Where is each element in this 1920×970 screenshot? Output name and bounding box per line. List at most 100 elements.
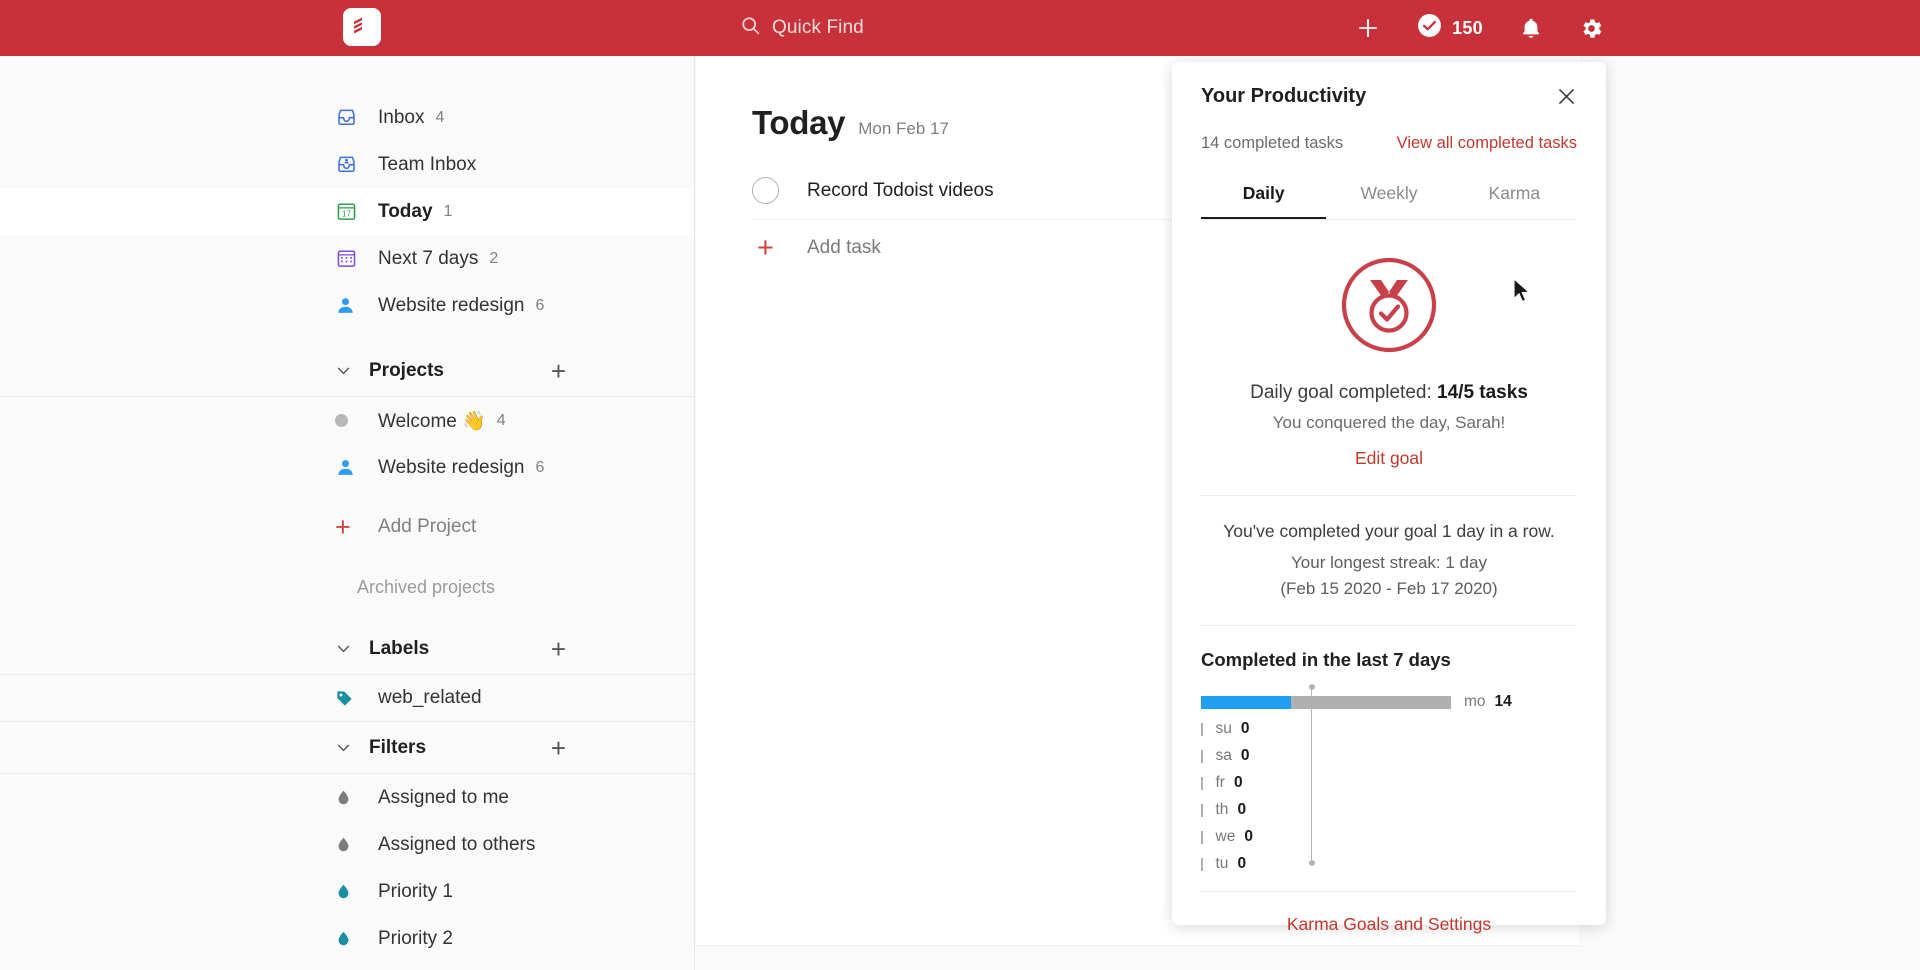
filter-item-label: Priority 1 xyxy=(378,880,453,902)
filter-item-priority-2[interactable]: Priority 2 xyxy=(0,915,694,962)
sidebar-item-count: 1 xyxy=(443,202,453,220)
tab-weekly[interactable]: Weekly xyxy=(1326,183,1451,219)
divider xyxy=(1201,625,1577,626)
label-item-web-related[interactable]: web_related xyxy=(0,675,694,722)
chart-bar-tick xyxy=(1201,857,1203,871)
check-circle-icon xyxy=(1417,13,1442,43)
add-filter-plus-icon[interactable]: + xyxy=(551,735,566,761)
sidebar-item-label: Team Inbox xyxy=(378,153,477,175)
chart-bar-row: mo 14 xyxy=(1201,693,1577,711)
chevron-down-icon[interactable] xyxy=(335,640,361,657)
plus-icon: + xyxy=(335,511,351,542)
medal-check-icon xyxy=(1201,253,1577,357)
sidebar-item-label: Website redesign xyxy=(378,294,525,316)
tab-karma[interactable]: Karma xyxy=(1452,183,1577,219)
project-item-welcome[interactable]: Welcome 👋 4 xyxy=(0,397,694,444)
streak-longest: Your longest streak: 1 day xyxy=(1291,553,1487,572)
filters-section-header[interactable]: Filters + xyxy=(0,722,694,774)
chart-bar-label: fr xyxy=(1215,774,1225,791)
chart-bar-row: th 0 xyxy=(1201,801,1577,819)
label-item-label: web_related xyxy=(378,687,482,708)
chevron-down-icon[interactable] xyxy=(335,739,361,756)
karma-button[interactable]: 150 xyxy=(1417,13,1483,43)
sidebar-item-today[interactable]: 17 Today 1 xyxy=(0,188,694,235)
chevron-down-icon[interactable] xyxy=(335,362,361,379)
filter-item-assigned-to-others[interactable]: Assigned to others xyxy=(0,821,694,868)
chart-bar-label: th xyxy=(1215,801,1229,818)
plus-icon[interactable] xyxy=(1355,15,1381,41)
project-item-website-redesign[interactable]: Website redesign 6 xyxy=(0,444,694,491)
edit-goal-link[interactable]: Edit goal xyxy=(1201,448,1577,469)
search-icon xyxy=(740,15,761,42)
filter-item-label: Priority 2 xyxy=(378,927,453,949)
sidebar-item-next-7-days[interactable]: Next 7 days 2 xyxy=(0,235,694,282)
filter-item-assigned-to-me[interactable]: Assigned to me xyxy=(0,774,694,821)
labels-section-header[interactable]: Labels + xyxy=(0,623,694,675)
svg-text:17: 17 xyxy=(342,209,351,218)
app-header: Quick Find 150 xyxy=(0,0,1920,56)
todoist-logo-icon[interactable] xyxy=(343,8,381,46)
view-all-completed-tasks-link[interactable]: View all completed tasks xyxy=(1397,134,1577,153)
completed-last-7-days-chart: mo 14 su 0 sa 0 fr 0th 0 we 0 tu 0 xyxy=(1201,684,1577,879)
gear-icon[interactable] xyxy=(1579,16,1604,41)
chart-bar-value: 0 xyxy=(1237,855,1247,872)
filter-item-priority-1[interactable]: Priority 1 xyxy=(0,868,694,915)
filter-item-label: Assigned to others xyxy=(378,833,536,855)
chart-bar-row: tu 0 xyxy=(1201,855,1577,873)
drop-icon xyxy=(335,789,367,806)
close-icon[interactable] xyxy=(1556,86,1577,107)
search-input[interactable]: Quick Find xyxy=(740,0,864,56)
karma-goals-and-settings-link[interactable]: Karma Goals and Settings xyxy=(1201,891,1577,935)
projects-section-header[interactable]: Projects + xyxy=(0,345,694,397)
add-label-plus-icon[interactable]: + xyxy=(551,636,566,662)
chart-bar-label: tu xyxy=(1215,855,1229,872)
add-project-button[interactable]: + Add Project xyxy=(0,503,694,551)
sidebar-item-website-redesign[interactable]: Website redesign 6 xyxy=(0,282,694,329)
header-actions: 150 xyxy=(1355,0,1604,56)
calendar-grid-icon xyxy=(335,247,367,270)
chart-bar-value: 0 xyxy=(1237,801,1247,818)
project-item-count: 6 xyxy=(535,458,545,476)
sidebar-item-inbox[interactable]: Inbox 4 xyxy=(0,94,694,141)
chart-bar-value: 14 xyxy=(1494,693,1512,710)
streak-range: (Feb 15 2020 - Feb 17 2020) xyxy=(1280,579,1498,598)
divider xyxy=(1201,495,1577,496)
chart-bar-label: sa xyxy=(1215,747,1232,764)
filters-section-title: Filters xyxy=(369,736,427,758)
filter-item-label: Assigned to me xyxy=(378,786,509,808)
drop-icon xyxy=(335,883,367,900)
daily-goal-prefix: Daily goal completed: xyxy=(1250,382,1438,403)
project-item-label: Welcome 👋 xyxy=(378,410,486,432)
calendar-17-icon: 17 xyxy=(335,200,367,223)
archived-projects-link[interactable]: Archived projects xyxy=(0,551,694,623)
goal-marker-line xyxy=(1308,684,1315,866)
drop-icon xyxy=(335,836,367,853)
sidebar-item-label: Inbox xyxy=(378,106,425,128)
chart-bar-tick xyxy=(1201,749,1203,763)
streak-current: You've completed your goal 1 day in a ro… xyxy=(1223,521,1555,541)
panel-tabs: Daily Weekly Karma xyxy=(1201,183,1577,220)
drop-icon xyxy=(335,930,367,947)
chart-bar-goal-fill xyxy=(1201,695,1291,709)
tab-daily[interactable]: Daily xyxy=(1201,183,1327,219)
inbox-icon xyxy=(335,106,367,129)
chart-bar-track xyxy=(1201,695,1451,709)
daily-goal-status: Daily goal completed: 14/5 tasks xyxy=(1201,382,1577,404)
person-icon xyxy=(335,295,367,316)
task-checkbox-icon[interactable] xyxy=(752,177,779,204)
chart-bar-row: we 0 xyxy=(1201,828,1577,846)
bell-icon[interactable] xyxy=(1519,16,1543,40)
add-task-label: Add task xyxy=(807,237,881,258)
daily-goal-message: You conquered the day, Sarah! xyxy=(1272,413,1506,432)
sidebar-item-team-inbox[interactable]: Team Inbox xyxy=(0,141,694,188)
task-name: Record Todoist videos xyxy=(807,179,994,201)
panel-title: Your Productivity xyxy=(1201,85,1367,107)
chart-bar-tick xyxy=(1201,776,1203,790)
chart-bar-row: sa 0 xyxy=(1201,747,1577,765)
labels-section-title: Labels xyxy=(369,637,430,659)
sidebar-item-label: Next 7 days xyxy=(378,247,479,269)
chart-bar-label: su xyxy=(1215,720,1232,737)
archived-projects-label: Archived projects xyxy=(357,576,496,597)
sidebar-item-count: 4 xyxy=(435,108,445,126)
add-project-plus-icon[interactable]: + xyxy=(551,358,566,384)
